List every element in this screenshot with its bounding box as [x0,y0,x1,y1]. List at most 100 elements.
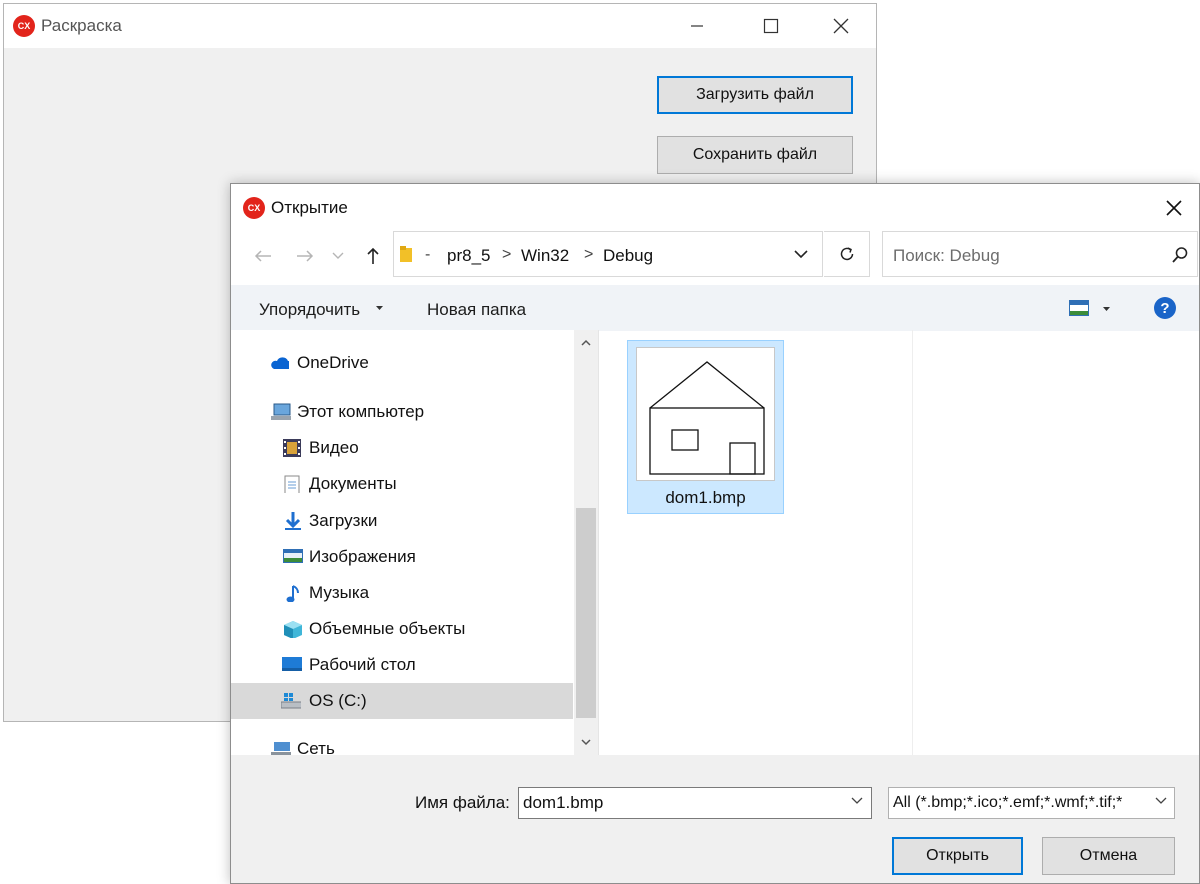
nav-item-video[interactable]: Видео [231,430,573,466]
breadcrumb-separator[interactable]: > [584,246,593,264]
chevron-down-icon[interactable] [794,250,808,259]
arrow-up-icon [367,247,379,264]
chevron-up-icon [581,339,591,346]
filename-value: dom1.bmp [523,793,604,812]
nav-item-label: Рабочий стол [309,655,416,674]
forward-button[interactable] [289,240,321,272]
dropdown-arrow-icon [1103,307,1110,311]
nav-item-this-pc[interactable]: Этот компьютер [231,394,573,430]
nav-item-documents[interactable]: Документы [231,466,573,502]
navigation-pane: OneDrive Этот компьютер Видео Документы … [231,330,598,755]
pane-divider[interactable] [598,330,599,755]
organize-button[interactable]: Упорядочить [259,285,387,331]
dialog-footer: Имя файла: dom1.bmp All (*.bmp;*.ico;*.e… [231,755,1199,883]
title-bar: CX Раскраска [4,4,876,48]
scroll-up-button[interactable] [574,330,598,354]
nav-item-label: Документы [309,474,397,493]
file-thumbnail [636,347,775,481]
breadcrumb-overflow[interactable]: ‐ [425,246,430,264]
nav-item-3d-objects[interactable]: Объемные объекты [231,611,573,647]
network-icon [271,742,291,755]
scroll-down-button[interactable] [574,730,598,754]
app-icon: CX [13,15,35,37]
chevron-down-icon [332,252,344,259]
3d-objects-icon [284,621,302,638]
filename-label: Имя файла: [415,793,510,812]
nav-item-music[interactable]: Музыка [231,575,573,611]
nav-item-onedrive[interactable]: OneDrive [231,345,573,381]
minimize-icon [691,25,703,27]
load-file-button[interactable]: Загрузить файл [657,76,853,114]
arrow-left-icon [254,250,271,262]
filename-input[interactable]: dom1.bmp [518,787,872,819]
downloads-icon [285,512,301,530]
computer-icon [271,403,291,420]
breadcrumb-item[interactable]: pr8_5 [447,246,490,266]
chevron-down-icon [581,738,591,745]
nav-item-label: Этот компьютер [297,402,425,421]
nav-item-desktop[interactable]: Рабочий стол [231,647,573,683]
dropdown-arrow-icon [376,306,383,310]
svg-text:?: ? [1160,300,1169,317]
up-button[interactable] [357,240,389,272]
filetype-value: All (*.bmp;*.ico;*.emf;*.wmf;*.tif;* [893,794,1123,811]
pictures-icon [283,549,303,563]
recent-locations-button[interactable] [327,240,349,272]
back-button[interactable] [247,240,279,272]
dialog-close-button[interactable] [1157,192,1191,224]
file-item[interactable]: dom1.bmp [627,340,784,514]
nav-item-label: Изображения [309,547,416,566]
filetype-select[interactable]: All (*.bmp;*.ico;*.emf;*.wmf;*.tif;* [888,787,1175,819]
cancel-button[interactable]: Отмена [1042,837,1175,875]
house-thumbnail-icon [649,361,765,475]
breadcrumb-item[interactable]: Win32 [521,246,569,266]
nav-item-os-c[interactable]: OS (C:) [231,683,573,719]
search-icon [1172,247,1188,263]
chevron-down-icon[interactable] [851,797,863,805]
refresh-button[interactable] [824,231,870,277]
nav-item-label: Музыка [309,583,370,602]
maximize-icon [763,18,779,34]
nav-item-network[interactable]: Сеть [231,731,573,755]
open-button[interactable]: Открыть [892,837,1023,875]
search-placeholder: Поиск: Debug [893,246,1000,265]
desktop-icon [282,657,302,671]
video-icon [283,439,301,457]
documents-icon [284,475,300,493]
folder-icon [400,246,412,262]
nav-scrollbar[interactable] [574,330,598,755]
chevron-down-icon [1155,797,1167,804]
organize-label: Упорядочить [259,300,361,319]
change-view-button[interactable] [1067,296,1115,320]
nav-item-label: OneDrive [297,353,369,372]
nav-item-label: Загрузки [309,511,378,530]
breadcrumb-item[interactable]: Debug [603,246,653,266]
nav-item-label: Сеть [297,739,335,755]
arrow-right-icon [297,250,314,262]
drive-icon [281,693,301,709]
nav-item-pictures[interactable]: Изображения [231,539,573,575]
breadcrumb-separator[interactable]: > [502,246,511,264]
nav-item-label: OS (C:) [309,691,367,710]
dialog-title: Открытие [271,198,348,217]
nav-item-label: Объемные объекты [309,619,466,638]
view-icon [1069,300,1089,316]
nav-item-label: Видео [309,438,359,457]
dialog-app-icon: CX [243,197,265,219]
help-icon: ? [1154,297,1176,319]
minimize-button[interactable] [672,4,722,48]
window-title: Раскраска [41,16,122,35]
save-file-button[interactable]: Сохранить файл [657,136,853,174]
help-button[interactable]: ? [1153,296,1177,320]
refresh-icon [840,247,853,261]
nav-item-downloads[interactable]: Загрузки [231,503,573,539]
address-bar[interactable]: ‐ pr8_5 > Win32 > Debug [393,231,823,277]
toolbar: Упорядочить Новая папка ? [231,285,1199,331]
search-input[interactable]: Поиск: Debug [882,231,1198,277]
onedrive-icon [271,357,289,369]
scroll-thumb[interactable] [576,508,596,718]
close-button[interactable] [816,4,866,48]
new-folder-button[interactable]: Новая папка [427,300,526,320]
maximize-button[interactable] [746,4,796,48]
close-icon [1166,200,1182,216]
